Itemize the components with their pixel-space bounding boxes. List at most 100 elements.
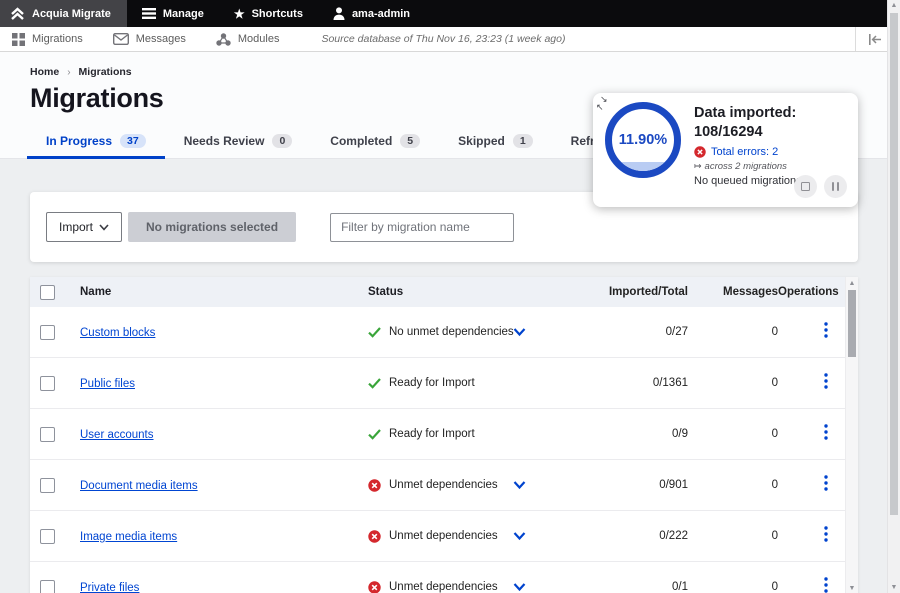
migration-name-link[interactable]: Public files	[80, 378, 135, 390]
acquia-migrate-brand[interactable]: Acquia Migrate	[0, 0, 127, 27]
status-error-icon	[368, 479, 381, 492]
operations-kebab-icon[interactable]	[824, 475, 828, 491]
brand-label: Acquia Migrate	[32, 8, 111, 20]
collapse-toolbar-button[interactable]	[855, 27, 882, 51]
messages-count: 0	[688, 428, 778, 440]
operations-kebab-icon[interactable]	[824, 577, 828, 593]
module-toolbar: Migrations Messages Modules Source datab…	[0, 27, 900, 52]
shortcuts-label: Shortcuts	[252, 8, 303, 20]
total-errors-link[interactable]: Total errors: 2	[711, 146, 778, 158]
migration-filter-input[interactable]	[330, 213, 514, 242]
import-dropdown-button[interactable]: Import	[46, 212, 122, 242]
expand-row-chevron-icon[interactable]	[513, 583, 526, 592]
scroll-down-icon[interactable]: ▼	[846, 585, 858, 592]
data-imported-count: 108/16294	[694, 124, 763, 140]
status-ok-icon	[368, 429, 381, 440]
import-button-label: Import	[59, 220, 93, 234]
pause-import-button[interactable]	[824, 175, 847, 198]
table-header-row: Name Status Imported/Total Messages Oper…	[30, 277, 858, 307]
manage-label: Manage	[163, 8, 204, 20]
tab-completed[interactable]: Completed 5	[311, 126, 439, 158]
import-progress-popup: ↘↖ 11.90% Data imported: 108/16294 Total…	[593, 93, 858, 207]
select-all-checkbox[interactable]	[40, 285, 55, 300]
operations-kebab-icon[interactable]	[824, 424, 828, 440]
scroll-up-icon[interactable]: ▲	[888, 2, 900, 9]
acquia-logo-icon	[10, 7, 25, 21]
tab-label: Needs Review	[184, 134, 265, 148]
tab-count-badge: 0	[272, 134, 292, 148]
tab-in-progress[interactable]: In Progress 37	[27, 126, 165, 158]
collapse-left-icon	[868, 34, 882, 45]
breadcrumb: Home › Migrations	[30, 66, 900, 78]
table-row: User accounts Ready for Import 0/9 0	[30, 409, 858, 460]
row-checkbox[interactable]	[40, 325, 55, 340]
expand-row-chevron-icon[interactable]	[513, 481, 526, 490]
messages-count: 0	[688, 377, 778, 389]
imported-total-value: 0/1	[578, 581, 688, 593]
migration-name-link[interactable]: Document media items	[80, 480, 198, 492]
stop-import-button[interactable]	[794, 175, 817, 198]
row-checkbox[interactable]	[40, 376, 55, 391]
messages-count: 0	[688, 530, 778, 542]
row-checkbox[interactable]	[40, 580, 55, 593]
col-header-name: Name	[80, 286, 368, 298]
row-checkbox[interactable]	[40, 478, 55, 493]
imported-total-value: 0/222	[578, 530, 688, 542]
operations-kebab-icon[interactable]	[824, 322, 828, 338]
breadcrumb-current: Migrations	[79, 66, 132, 78]
nav-migrations-label: Migrations	[32, 33, 83, 45]
col-header-status: Status	[368, 286, 578, 298]
pause-icon	[832, 182, 840, 191]
operations-kebab-icon[interactable]	[824, 526, 828, 542]
page-scrollbar[interactable]: ▲ ▼	[887, 0, 900, 593]
table-scrollbar-thumb[interactable]	[848, 290, 856, 357]
status-label: Unmet dependencies	[389, 581, 498, 593]
expand-row-chevron-icon[interactable]	[513, 532, 526, 541]
table-row: Custom blocks No unmet dependencies 0/27…	[30, 307, 858, 358]
row-checkbox[interactable]	[40, 427, 55, 442]
status-error-icon	[368, 530, 381, 543]
user-menu[interactable]: ama-admin	[318, 0, 425, 27]
table-row: Public files Ready for Import 0/1361 0	[30, 358, 858, 409]
scroll-down-icon[interactable]: ▼	[888, 584, 900, 591]
operations-kebab-icon[interactable]	[824, 373, 828, 389]
stop-icon	[801, 182, 810, 191]
tab-needs-review[interactable]: Needs Review 0	[165, 126, 312, 158]
row-checkbox[interactable]	[40, 529, 55, 544]
envelope-icon	[113, 33, 129, 45]
tab-count-badge: 5	[400, 134, 420, 148]
tab-label: Skipped	[458, 134, 505, 148]
scroll-up-icon[interactable]: ▲	[846, 280, 858, 287]
migration-name-link[interactable]: Image media items	[80, 531, 177, 543]
shortcuts-menu[interactable]: ★ Shortcuts	[219, 0, 318, 27]
col-header-operations: Operations	[778, 286, 848, 298]
tab-label: Completed	[330, 134, 392, 148]
manage-menu[interactable]: Manage	[127, 0, 219, 27]
chevron-down-icon	[99, 224, 109, 231]
progress-percent: 11.90%	[612, 109, 674, 171]
page-scrollbar-thumb[interactable]	[890, 13, 898, 515]
migration-name-link[interactable]: User accounts	[80, 429, 154, 441]
status-label: Ready for Import	[389, 428, 475, 440]
tab-label: In Progress	[46, 134, 112, 148]
migration-name-link[interactable]: Private files	[80, 582, 139, 593]
progress-ring: 11.90%	[605, 102, 681, 178]
breadcrumb-separator-icon: ›	[67, 67, 70, 78]
table-scrollbar[interactable]: ▲ ▼	[845, 277, 858, 593]
tab-skipped[interactable]: Skipped 1	[439, 126, 552, 158]
star-icon: ★	[234, 8, 245, 20]
breadcrumb-home[interactable]: Home	[30, 66, 59, 78]
nav-modules[interactable]: Modules	[216, 33, 280, 46]
nav-messages-label: Messages	[136, 33, 186, 45]
expand-row-chevron-icon[interactable]	[513, 328, 526, 337]
page-content: Import No migrations selected Name Statu…	[0, 159, 900, 593]
table-row: Private files Unmet dependencies 0/1 0	[30, 562, 858, 593]
messages-count: 0	[688, 581, 778, 593]
migration-name-link[interactable]: Custom blocks	[80, 327, 155, 339]
status-label: Ready for Import	[389, 377, 475, 389]
resize-handle-icon[interactable]: ↘↖	[596, 94, 610, 114]
status-ok-icon	[368, 378, 381, 389]
selection-status-button: No migrations selected	[128, 212, 296, 242]
nav-messages[interactable]: Messages	[113, 33, 186, 45]
nav-migrations[interactable]: Migrations	[12, 33, 83, 46]
